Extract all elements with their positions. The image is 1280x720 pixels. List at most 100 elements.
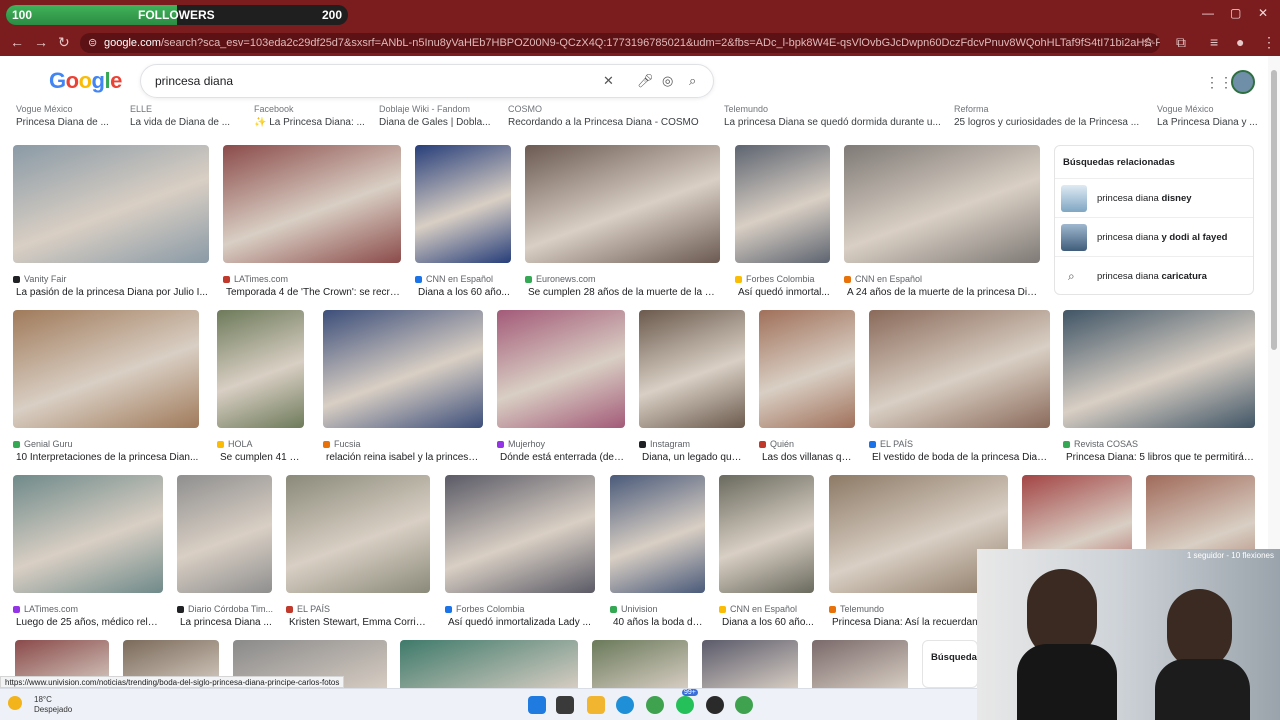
image-result[interactable]: HOLA Se cumplen 41 añ... (217, 310, 304, 463)
result-source[interactable]: CNN en Español (415, 274, 493, 284)
strip-source[interactable]: Doblaje Wiki - Fandom (379, 104, 470, 114)
strip-caption[interactable]: ✨ La Princesa Diana: ... (254, 117, 371, 128)
result-thumbnail[interactable] (610, 475, 705, 593)
result-source[interactable]: Mujerhoy (497, 439, 545, 449)
result-caption[interactable]: Así quedó inmortal... (738, 287, 830, 298)
image-result[interactable]: Diario Córdoba Tim... La princesa Diana .… (177, 475, 273, 628)
result-source[interactable]: EL PAÍS (869, 439, 913, 449)
result-thumbnail[interactable] (719, 475, 814, 593)
result-source[interactable]: Diario Córdoba Tim... (177, 604, 273, 614)
result-caption[interactable]: Temporada 4 de 'The Crown': se recre... (226, 287, 401, 298)
related-item-disney[interactable]: princesa diana disney (1055, 178, 1253, 217)
lens-search-icon[interactable]: ◎ (662, 73, 673, 89)
strip-caption[interactable]: La vida de Diana de ... (130, 117, 246, 128)
strip-caption[interactable]: Recordando a la Princesa Diana - COSMO (508, 117, 716, 128)
result-source[interactable]: LATimes.com (223, 274, 288, 284)
image-result-partial[interactable] (702, 640, 798, 688)
image-result[interactable]: Instagram Diana, un legado que... (639, 310, 745, 463)
result-thumbnail[interactable] (759, 310, 855, 428)
result-source[interactable]: Instagram (639, 439, 690, 449)
chrome-profile-icon[interactable] (735, 696, 753, 714)
result-caption[interactable]: Se cumplen 41 añ... (220, 452, 304, 463)
strip-source[interactable]: Vogue México (16, 104, 73, 114)
image-result[interactable]: Forbes Colombia Así quedó inmortalizada L… (445, 475, 595, 628)
image-result[interactable]: Forbes Colombia Así quedó inmortal... (735, 145, 830, 298)
bookmark-star-icon[interactable]: ☆ (1142, 34, 1155, 51)
task-view-icon[interactable] (556, 696, 574, 714)
result-source[interactable]: Fucsia (323, 439, 361, 449)
result-thumbnail[interactable] (497, 310, 625, 428)
voice-search-icon[interactable]: 🎤︎ (637, 73, 654, 89)
result-caption[interactable]: El vestido de boda de la princesa Dian..… (872, 452, 1050, 463)
result-caption[interactable]: Diana a los 60 año... (418, 287, 511, 298)
result-caption[interactable]: Diana a los 60 año... (722, 617, 814, 628)
account-avatar[interactable] (1231, 70, 1255, 94)
image-result[interactable]: Revista COSAS Princesa Diana: 5 libros qu… (1063, 310, 1255, 463)
search-input[interactable]: princesa diana (155, 74, 233, 88)
result-thumbnail[interactable] (844, 145, 1040, 263)
media-controls-icon[interactable]: ≡ (1210, 34, 1218, 50)
related-item-caricatura[interactable]: ⌕ princesa diana caricatura (1055, 256, 1253, 295)
result-caption[interactable]: relación reina isabel y la princesa ... (326, 452, 483, 463)
result-caption[interactable]: 40 años la boda de... (613, 617, 705, 628)
image-result[interactable]: LATimes.com Luego de 25 años, médico rela… (13, 475, 163, 628)
minimize-icon[interactable]: — (1202, 6, 1214, 20)
google-logo[interactable]: Google (49, 68, 122, 94)
maximize-icon[interactable]: ▢ (1230, 6, 1241, 20)
result-source[interactable]: CNN en Español (844, 274, 922, 284)
strip-source[interactable]: ELLE (130, 104, 152, 114)
result-caption[interactable]: Así quedó inmortalizada Lady ... (448, 617, 595, 628)
result-source[interactable]: HOLA (217, 439, 253, 449)
image-result[interactable]: Euronews.com Se cumplen 28 años de la mue… (525, 145, 720, 298)
strip-source[interactable]: Vogue México (1157, 104, 1214, 114)
strip-caption[interactable]: Princesa Diana de ... (16, 117, 122, 128)
result-caption[interactable]: Diana, un legado que... (642, 452, 745, 463)
forward-icon[interactable]: → (34, 34, 48, 50)
result-caption[interactable]: Las dos villanas qu... (762, 452, 855, 463)
image-result[interactable]: Vanity Fair La pasión de la princesa Dian… (13, 145, 209, 298)
edge-icon[interactable] (616, 696, 634, 714)
search-icon[interactable]: ⌕ (689, 73, 696, 89)
strip-source[interactable]: Telemundo (724, 104, 768, 114)
result-thumbnail[interactable] (286, 475, 430, 593)
url-field[interactable]: ⊜ google.com/search?sca_esv=103eda2c29df… (80, 33, 1160, 53)
strip-caption[interactable]: 25 logros y curiosidades de la Princesa … (954, 117, 1149, 128)
strip-caption[interactable]: La Princesa Diana y ... (1157, 117, 1280, 128)
image-result[interactable]: CNN en Español Diana a los 60 año... (415, 145, 511, 298)
result-thumbnail[interactable] (735, 145, 830, 263)
strip-source[interactable]: Facebook (254, 104, 294, 114)
whatsapp-icon[interactable] (676, 696, 694, 714)
result-thumbnail[interactable] (177, 475, 272, 593)
image-result-partial[interactable] (592, 640, 688, 688)
result-caption[interactable]: Dónde está enterrada (de ... (500, 452, 625, 463)
result-thumbnail[interactable] (217, 310, 304, 428)
result-caption[interactable]: Kristen Stewart, Emma Corrin, ... (289, 617, 430, 628)
image-result[interactable]: Quién Las dos villanas qu... (759, 310, 855, 463)
image-result[interactable]: EL PAÍS El vestido de boda de la princesa… (869, 310, 1050, 463)
start-icon[interactable] (528, 696, 546, 714)
result-source[interactable]: Forbes Colombia (735, 274, 815, 284)
app-icon[interactable] (706, 696, 724, 714)
result-caption[interactable]: La pasión de la princesa Diana por Julio… (16, 287, 209, 298)
strip-caption[interactable]: Diana de Gales | Dobla... (379, 117, 500, 128)
result-source[interactable]: CNN en Español (719, 604, 797, 614)
image-result[interactable]: CNN en Español A 24 años de la muerte de … (844, 145, 1040, 298)
result-thumbnail[interactable] (223, 145, 401, 263)
result-source[interactable]: Revista COSAS (1063, 439, 1138, 449)
result-source[interactable]: Forbes Colombia (445, 604, 525, 614)
result-caption[interactable]: Princesa Diana: 5 libros que te permitir… (1066, 452, 1255, 463)
result-thumbnail[interactable] (13, 310, 199, 428)
image-result[interactable]: Fucsia relación reina isabel y la princes… (323, 310, 483, 463)
result-source[interactable]: Univision (610, 604, 658, 614)
image-result-partial[interactable] (812, 640, 908, 688)
site-info-icon[interactable]: ⊜ (88, 33, 97, 53)
result-caption[interactable]: A 24 años de la muerte de la princesa Di… (847, 287, 1040, 298)
extensions-icon[interactable]: ⧉ (1176, 34, 1186, 51)
result-thumbnail[interactable] (13, 145, 209, 263)
result-thumbnail[interactable] (445, 475, 595, 593)
image-result[interactable]: CNN en Español Diana a los 60 año... (719, 475, 814, 628)
clear-search-icon[interactable]: ✕ (603, 73, 614, 89)
result-thumbnail[interactable] (415, 145, 511, 263)
strip-source[interactable]: Reforma (954, 104, 989, 114)
close-window-icon[interactable]: ✕ (1258, 6, 1268, 20)
